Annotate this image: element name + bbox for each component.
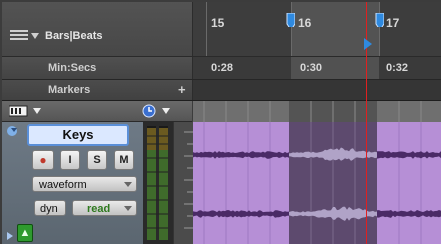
bar-number-16: 16 — [298, 16, 312, 30]
bar-number-17: 17 — [386, 16, 400, 30]
selection-end-marker-icon[interactable] — [375, 13, 384, 27]
markers-label: Markers — [48, 84, 91, 96]
chevron-down-icon — [124, 182, 132, 187]
track-header-keys[interactable]: Keys ● I S M waveform dyn read ▲ — [2, 122, 143, 244]
mute-button[interactable]: M — [114, 150, 134, 170]
time-0-32: 0:32 — [386, 62, 409, 74]
add-marker-icon[interactable]: + — [178, 82, 186, 97]
track-level-meter — [143, 122, 173, 244]
selection-start-marker-icon[interactable] — [286, 13, 295, 27]
timeline-grid-strip — [193, 101, 441, 123]
bar-number-15: 15 — [211, 16, 225, 30]
chevron-down-icon[interactable] — [162, 108, 170, 114]
bar-tick — [379, 2, 380, 56]
expand-track-icon[interactable] — [7, 232, 13, 240]
track-height-icon[interactable] — [9, 105, 31, 117]
track-view-value: waveform — [39, 179, 87, 191]
chevron-down-icon — [124, 206, 132, 211]
ruler-options-icon[interactable] — [10, 30, 28, 42]
bar-tick — [291, 2, 292, 56]
record-enable-button[interactable]: ● — [32, 150, 54, 170]
bars-beats-ruler[interactable]: Bars|Beats 15 16 17 — [2, 2, 441, 57]
selection-end-arrow-icon — [364, 38, 372, 50]
waveform-scale — [173, 122, 194, 244]
voice-icon[interactable]: ▲ — [17, 224, 33, 242]
time-0-30: 0:30 — [300, 62, 323, 74]
track-name-field[interactable]: Keys — [27, 124, 129, 146]
automation-mode-value: dyn — [40, 203, 58, 215]
automation-mode-button[interactable]: dyn — [34, 200, 66, 216]
min-secs-label: Min:Secs — [48, 62, 97, 74]
chevron-down-icon[interactable] — [31, 33, 39, 39]
time-0-28: 0:28 — [211, 62, 234, 74]
bars-beats-ruler-label: Bars|Beats — [2, 2, 193, 56]
min-secs-ruler-label: Min:Secs — [2, 57, 193, 79]
automation-state-selector[interactable]: read — [72, 200, 137, 216]
bar-tick — [206, 2, 207, 56]
min-secs-ruler[interactable]: Min:Secs 0:28 0:30 0:32 — [2, 57, 441, 80]
chevron-down-icon[interactable] — [33, 108, 41, 114]
track-view-selector[interactable]: waveform — [32, 176, 137, 192]
bars-beats-label: Bars|Beats — [45, 30, 103, 42]
clock-icon[interactable] — [142, 104, 156, 118]
chevron-down-icon — [11, 128, 17, 132]
audio-clip-keys[interactable] — [193, 122, 441, 244]
track-list-toolbar — [2, 101, 192, 122]
input-monitor-button[interactable]: I — [60, 150, 80, 170]
waveform-display — [193, 122, 441, 244]
pro-tools-edit-window: Bars|Beats 15 16 17 Min:Secs 0:28 0:30 0… — [0, 0, 441, 244]
automation-state-value: read — [87, 203, 111, 215]
markers-ruler[interactable]: Markers + — [2, 80, 441, 101]
solo-button[interactable]: S — [87, 150, 107, 170]
markers-ruler-label: Markers + — [2, 80, 193, 100]
